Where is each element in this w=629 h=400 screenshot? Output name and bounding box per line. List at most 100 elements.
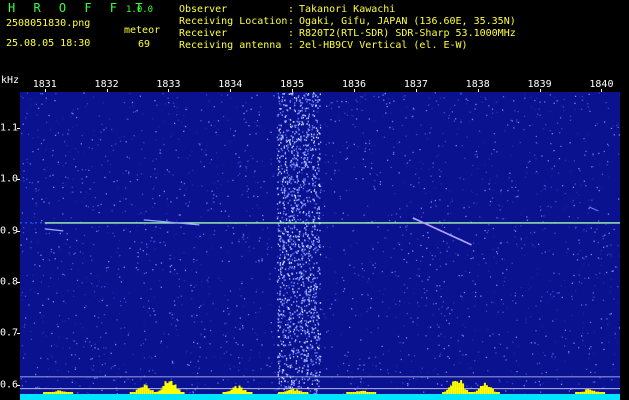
signal-peak — [168, 381, 171, 394]
signal-peak — [597, 391, 600, 394]
signal-peak — [248, 392, 251, 394]
signal-peak — [288, 390, 291, 394]
y-axis-label: kHz — [1, 75, 20, 86]
signal-peak — [354, 392, 357, 394]
signal-peak — [65, 392, 68, 394]
signal-peak — [591, 390, 594, 394]
signal-peak — [300, 391, 303, 394]
signal-peak — [282, 392, 285, 394]
signal-peak — [575, 392, 578, 394]
signal-peak — [460, 380, 463, 394]
signal-peak — [471, 392, 474, 394]
signal-peak — [176, 389, 179, 394]
signal-peak — [595, 391, 598, 394]
signal-peak — [458, 382, 461, 394]
signal-peak — [166, 383, 169, 394]
signal-peak — [172, 385, 175, 394]
signal-peak — [131, 392, 134, 394]
signal-peak — [240, 387, 243, 394]
signal-peak — [160, 389, 163, 394]
signal-peak — [583, 391, 586, 394]
signal-peak — [481, 385, 484, 394]
signal-peak — [47, 392, 50, 394]
signal-peak — [129, 392, 132, 394]
signal-baseline — [20, 394, 620, 400]
signal-peak — [230, 389, 233, 394]
signal-peak — [601, 392, 604, 394]
signal-peak — [348, 392, 351, 394]
signal-peak — [304, 392, 307, 394]
signal-peak — [156, 391, 159, 394]
signal-peak — [290, 389, 293, 394]
signal-peak — [236, 388, 239, 394]
file-name: 2508051830.png — [6, 18, 91, 29]
info-value-observer: Takanori Kawachi — [299, 4, 396, 15]
signal-peak — [491, 388, 494, 394]
app-version: 1.0.0 — [126, 5, 154, 15]
signal-peak — [139, 387, 142, 394]
info-key-receiver: Receiver — [179, 28, 228, 39]
info-separator: : — [288, 16, 295, 27]
signal-peak — [238, 385, 241, 394]
y-tick-label: 1.1 — [0, 122, 19, 134]
signal-peak — [135, 390, 138, 394]
signal-peak — [154, 392, 157, 394]
signal-peak — [446, 389, 449, 394]
date-time: 25.08.05 18:30 — [6, 38, 91, 49]
y-tick-label: 0.9 — [0, 225, 19, 237]
signal-peak — [366, 392, 369, 394]
signal-peak — [292, 388, 295, 394]
info-key-observer: Observer — [179, 4, 228, 15]
signal-peak — [296, 389, 299, 394]
signal-peak — [493, 391, 496, 394]
signal-peak — [226, 391, 229, 394]
signal-peak — [346, 392, 349, 394]
signal-peak — [374, 392, 377, 394]
signal-peak — [53, 391, 56, 394]
header-panel: H R O F F T 1.0.0 2508051830.png 25.08.0… — [0, 0, 629, 72]
signal-peak — [364, 390, 367, 394]
signal-peak — [495, 392, 498, 394]
info-separator: : — [288, 40, 295, 51]
y-tick-label: 1.0 — [0, 173, 19, 185]
signal-peak — [356, 391, 359, 394]
signal-peak — [448, 387, 451, 394]
signal-peak — [71, 392, 74, 394]
signal-peak — [368, 392, 371, 394]
signal-peak — [232, 387, 235, 394]
info-separator: : — [288, 28, 295, 39]
signal-peak — [244, 390, 247, 394]
signal-peak — [228, 391, 231, 394]
signal-peak — [298, 390, 301, 394]
signal-peak — [603, 392, 606, 394]
signal-peak — [224, 392, 227, 394]
signal-peak — [362, 390, 365, 394]
spectrogram-plot[interactable] — [20, 92, 620, 400]
info-value-location: Ogaki, Gifu, JAPAN (136.60E, 35.35N) — [299, 16, 516, 27]
info-key-antenna: Receiving antenna — [179, 40, 282, 51]
signal-peak — [178, 389, 181, 394]
signal-peak — [469, 392, 472, 394]
signal-peak — [475, 390, 478, 394]
signal-peak — [57, 390, 60, 394]
signal-peak — [49, 392, 52, 394]
meteor-label: meteor — [124, 25, 161, 36]
signal-peak — [284, 391, 287, 394]
y-tick-label: 0.6 — [0, 379, 19, 391]
signal-peak — [585, 389, 588, 394]
info-value-antenna: 2el-HB9CV Vertical (el. E-W) — [299, 40, 468, 51]
signal-peak — [133, 392, 136, 394]
signal-peak — [589, 389, 592, 394]
signal-peak — [464, 389, 467, 394]
signal-peak — [444, 391, 447, 394]
signal-peak — [442, 392, 445, 394]
signal-peak — [162, 386, 165, 394]
y-tick-label: 0.8 — [0, 276, 19, 288]
y-tick-label: 0.7 — [0, 327, 19, 339]
signal-peak — [466, 389, 469, 394]
signal-peak — [234, 386, 237, 394]
signal-peak — [55, 391, 58, 394]
signal-peak — [182, 392, 185, 394]
signal-peak — [151, 390, 154, 394]
signal-peak — [358, 391, 361, 394]
